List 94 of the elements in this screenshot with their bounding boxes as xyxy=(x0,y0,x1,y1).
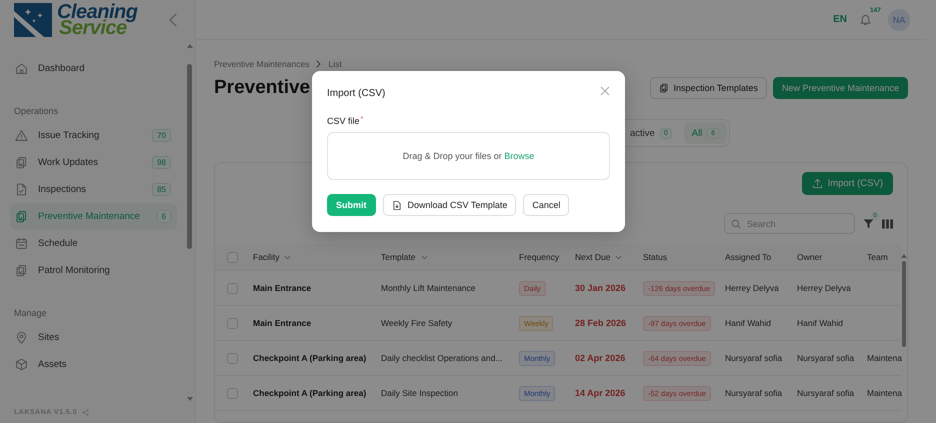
documents-icon xyxy=(15,264,28,277)
column-header[interactable]: Facility xyxy=(253,252,280,262)
section-heading: Operations xyxy=(13,105,60,118)
section-heading: Manage xyxy=(13,307,48,320)
scroll-up-icon[interactable] xyxy=(186,44,192,48)
table-cell: 14 Apr 2026 xyxy=(575,388,626,398)
table-cell: Nursyaraf sofia xyxy=(797,353,854,363)
table-cell: Main Entrance xyxy=(253,318,312,328)
table-cell: Main Entrance xyxy=(253,283,312,293)
table-cell: Checkpoint A (Parking area) xyxy=(253,388,366,398)
count-badge: 70 xyxy=(152,129,171,142)
filter-icon[interactable] xyxy=(863,218,874,229)
documents-icon xyxy=(15,156,28,169)
import-button[interactable]: Import (CSV) xyxy=(802,172,893,195)
share-icon xyxy=(82,408,90,416)
language-selector[interactable]: EN xyxy=(833,14,847,25)
column-header: Owner xyxy=(797,252,822,262)
collapse-chevron-icon[interactable] xyxy=(169,13,177,27)
count-badge: 6 xyxy=(156,210,171,223)
location-pin-icon xyxy=(15,331,28,344)
sidebar-item[interactable]: Dashboard xyxy=(10,55,177,82)
table-cell: 30 Jan 2026 xyxy=(575,283,626,293)
column-header: Team xyxy=(867,252,888,262)
table-cell: Monthly Lift Maintenance xyxy=(381,283,476,293)
sidebar-item[interactable]: Issue Tracking 70 xyxy=(10,122,177,149)
scrollbar-thumb[interactable] xyxy=(187,64,192,249)
documents-icon xyxy=(15,210,28,223)
dialog-title: Import (CSV) xyxy=(327,88,386,99)
table-cell: Maintena xyxy=(867,388,902,398)
new-maintenance-button[interactable]: New Preventive Maintenance xyxy=(772,77,908,99)
table-cell: Hanif Wahid xyxy=(725,318,771,328)
drop-zone-text: Drag & Drop your files or Browse xyxy=(402,151,534,161)
download-template-button[interactable]: Download CSV Template xyxy=(382,194,516,216)
table-cell: Herrey Delyva xyxy=(797,283,851,293)
page-title: Preventive xyxy=(214,77,310,99)
sidebar-item[interactable]: Assets xyxy=(10,351,177,378)
checkbox[interactable] xyxy=(226,352,238,364)
sidebar-item[interactable]: Work Updates 98 xyxy=(10,149,177,176)
templates-button[interactable]: Inspection Templates xyxy=(650,77,767,99)
sort-chevron-icon[interactable] xyxy=(420,254,428,260)
upload-icon xyxy=(812,178,823,189)
table-cell: Herrey Delyva xyxy=(725,283,779,293)
sort-chevron-icon[interactable] xyxy=(615,254,622,260)
browse-link[interactable]: Browse xyxy=(504,151,534,161)
table-cell: Hanif Wahid xyxy=(797,318,843,328)
table-cell: Checkpoint A (Parking area) xyxy=(253,353,366,363)
count-badge: 98 xyxy=(152,156,171,169)
checkbox[interactable] xyxy=(226,282,238,294)
document-icon xyxy=(15,183,28,196)
home-icon xyxy=(15,62,28,75)
table-cell: Daily checklist Operations and... xyxy=(381,353,502,363)
checkbox[interactable] xyxy=(226,388,238,398)
cancel-button[interactable]: Cancel xyxy=(523,194,570,216)
sidebar-item[interactable]: Sites xyxy=(10,324,177,351)
table-cell: Weekly Fire Safety xyxy=(381,318,452,328)
scroll-up-icon[interactable] xyxy=(901,254,907,258)
columns-icon[interactable] xyxy=(882,218,893,228)
file-drop-zone[interactable]: Drag & Drop your files or Browse xyxy=(327,132,610,180)
sort-chevron-icon[interactable] xyxy=(284,254,292,260)
breadcrumb-link[interactable]: Preventive Maintenances xyxy=(214,59,310,69)
submit-button[interactable]: Submit xyxy=(327,194,376,216)
close-icon[interactable] xyxy=(600,86,610,96)
checkbox[interactable] xyxy=(226,318,238,328)
brand-name: Cleaning xyxy=(57,4,138,20)
table-cell: Nursyaraf sofia xyxy=(797,388,854,398)
search-field[interactable]: Search xyxy=(724,213,855,234)
chevron-right-icon xyxy=(316,60,322,68)
column-header: Assigned To xyxy=(725,252,772,262)
column-header: Status xyxy=(643,252,668,262)
scrollbar-thumb[interactable] xyxy=(902,261,906,347)
column-header[interactable]: Template xyxy=(381,252,416,262)
document-icon xyxy=(392,200,402,210)
count-badge: 85 xyxy=(152,183,171,196)
table-cell: Maintena xyxy=(867,353,902,363)
column-header[interactable]: Next Due xyxy=(575,252,610,262)
bell-icon[interactable] xyxy=(859,13,872,26)
table-cell: Daily Site Inspection xyxy=(381,388,458,398)
sidebar-item[interactable]: Patrol Monitoring xyxy=(10,257,177,284)
cube-icon xyxy=(15,358,28,371)
calendar-icon xyxy=(15,237,28,250)
field-label: CSV file xyxy=(327,116,360,126)
table-cell: 28 Feb 2026 xyxy=(575,318,626,328)
column-header: Frequency xyxy=(519,252,560,262)
required-mark: * xyxy=(360,116,364,123)
sidebar-item[interactable]: Schedule xyxy=(10,230,177,257)
table-cell: Nursyaraf sofia xyxy=(725,353,782,363)
warning-icon xyxy=(15,129,28,142)
sidebar-item[interactable]: Inspections 85 xyxy=(10,176,177,203)
checkbox[interactable] xyxy=(226,252,238,262)
table-cell: 02 Apr 2026 xyxy=(575,353,626,363)
table-cell: Nursyaraf sofia xyxy=(725,388,782,398)
brand-name: Service xyxy=(59,20,127,36)
scroll-down-icon[interactable] xyxy=(186,397,192,401)
documents-icon xyxy=(658,83,669,93)
